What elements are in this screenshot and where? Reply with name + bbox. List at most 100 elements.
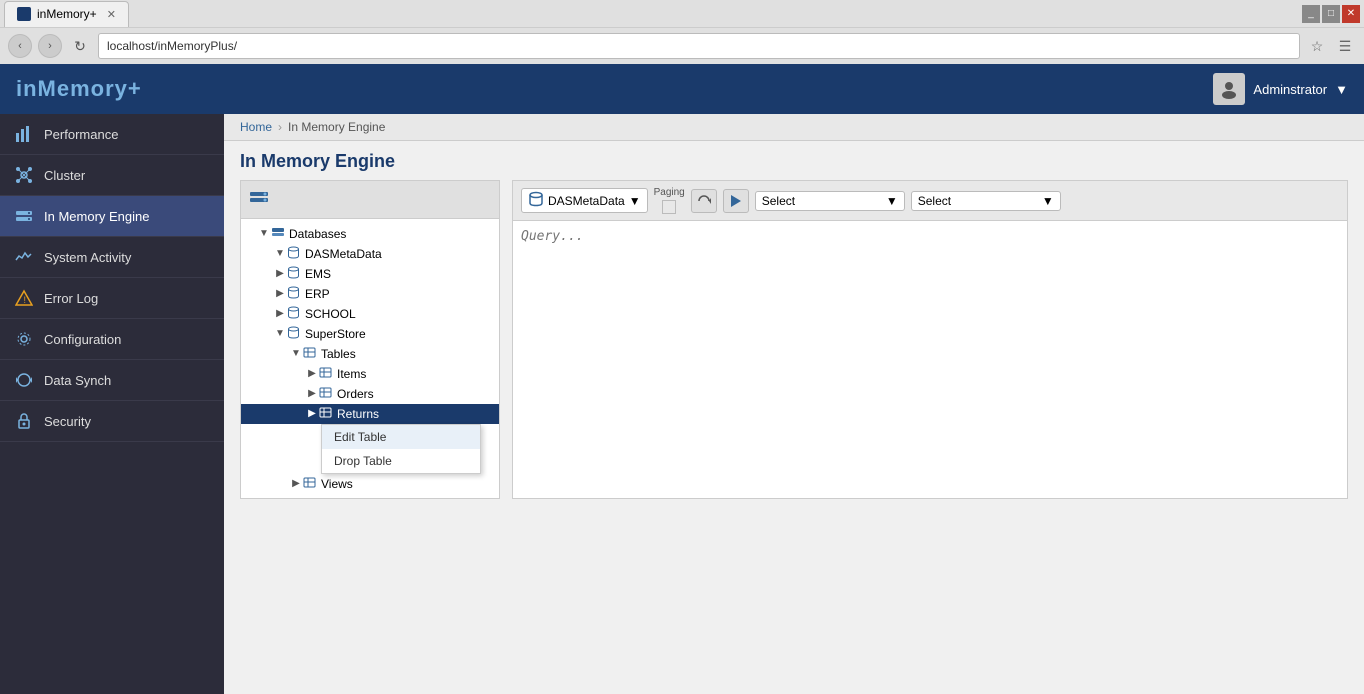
browser-controls: ‹ › ↻ ☆ ☰ <box>0 28 1364 64</box>
erp-icon <box>287 286 303 302</box>
refresh-button[interactable]: ↻ <box>68 34 92 58</box>
sidebar-item-sysactivity[interactable]: System Activity <box>0 237 224 278</box>
sidebar-item-performance[interactable]: Performance <box>0 114 224 155</box>
sidebar-label-security: Security <box>44 414 91 429</box>
tab-area: inMemory+ ✕ <box>4 1 129 27</box>
content-body: ▼ Databases ▼ DASMetaD <box>224 180 1364 515</box>
expand-databases[interactable]: ▼ <box>257 227 271 241</box>
expand-items[interactable]: ▶ <box>305 367 319 381</box>
dasmetadata-icon <box>287 246 303 262</box>
expand-tables[interactable]: ▼ <box>289 347 303 361</box>
context-menu-drop-table[interactable]: Drop Table <box>322 449 480 473</box>
close-button[interactable]: ✕ <box>1342 5 1360 23</box>
browser-tab[interactable]: inMemory+ ✕ <box>4 1 129 27</box>
user-name: Adminstrator <box>1253 82 1327 97</box>
back-button[interactable]: ‹ <box>8 34 32 58</box>
svg-text:!: ! <box>24 295 27 305</box>
query-toolbar: DASMetaData ▼ Paging <box>513 181 1347 221</box>
bookmark-button[interactable]: ☆ <box>1306 35 1328 57</box>
main-container: Performance Cluster In Memory Engine Sys… <box>0 114 1364 694</box>
select-1-label: Select <box>762 194 795 208</box>
tree-node-tables[interactable]: ▼ Tables <box>241 344 499 364</box>
performance-icon <box>14 124 34 144</box>
tree-label-school: SCHOOL <box>305 307 356 321</box>
query-input[interactable] <box>513 221 1347 498</box>
menu-button[interactable]: ☰ <box>1334 35 1356 57</box>
tree-label-items: Items <box>337 367 366 381</box>
select-dropdown-2[interactable]: Select ▼ <box>911 191 1061 211</box>
sidebar-label-errorlog: Error Log <box>44 291 98 306</box>
sidebar-item-errorlog[interactable]: ! Error Log <box>0 278 224 319</box>
tree-node-returns[interactable]: ▶ Returns <box>241 404 499 424</box>
window-controls: _ □ ✕ <box>1302 5 1360 23</box>
tree-node-items[interactable]: ▶ Items <box>241 364 499 384</box>
sidebar-label-datasynch: Data Synch <box>44 373 111 388</box>
play-button[interactable] <box>723 189 749 213</box>
select-dropdown-1[interactable]: Select ▼ <box>755 191 905 211</box>
expand-returns[interactable]: ▶ <box>305 407 319 421</box>
context-menu-edit-table[interactable]: Edit Table <box>322 425 480 449</box>
query-panel: DASMetaData ▼ Paging <box>512 180 1348 499</box>
superstore-icon <box>287 326 303 342</box>
datasynch-icon <box>14 370 34 390</box>
tree-label-orders: Orders <box>337 387 374 401</box>
tree-node-orders[interactable]: ▶ Orders <box>241 384 499 404</box>
tree-label-tables: Tables <box>321 347 356 361</box>
tree-node-erp[interactable]: ▶ ERP <box>241 284 499 304</box>
expand-ems[interactable]: ▶ <box>273 267 287 281</box>
security-icon <box>14 411 34 431</box>
browser-top-bar: inMemory+ ✕ _ □ ✕ <box>0 0 1364 28</box>
tree-node-dasmetadata[interactable]: ▼ DASMetaData <box>241 244 499 264</box>
sidebar-item-inmemory[interactable]: In Memory Engine <box>0 196 224 237</box>
tree-label-erp: ERP <box>305 287 330 301</box>
tab-close-button[interactable]: ✕ <box>107 8 116 21</box>
user-avatar <box>1213 73 1245 105</box>
context-menu: Edit Table Drop Table <box>321 424 481 474</box>
breadcrumb-home[interactable]: Home <box>240 120 272 134</box>
tree-node-superstore[interactable]: ▼ SuperStore <box>241 324 499 344</box>
paging-label: Paging <box>654 187 685 198</box>
tab-favicon <box>17 7 31 21</box>
tree-panel: ▼ Databases ▼ DASMetaD <box>240 180 500 499</box>
db-selector[interactable]: DASMetaData ▼ <box>521 188 648 213</box>
ems-icon <box>287 266 303 282</box>
breadcrumb-separator: › <box>278 120 282 134</box>
databases-icon <box>271 225 287 242</box>
school-icon <box>287 306 303 322</box>
sidebar-item-datasynch[interactable]: Data Synch <box>0 360 224 401</box>
tree-node-views[interactable]: ▶ Views <box>241 474 499 494</box>
select-2-arrow: ▼ <box>1042 194 1054 208</box>
views-icon <box>303 476 319 492</box>
forward-button[interactable]: › <box>38 34 62 58</box>
expand-superstore[interactable]: ▼ <box>273 327 287 341</box>
tree-content: ▼ Databases ▼ DASMetaD <box>241 219 499 498</box>
sidebar-item-cluster[interactable]: Cluster <box>0 155 224 196</box>
refresh-query-button[interactable] <box>691 189 717 213</box>
configuration-icon <box>14 329 34 349</box>
tree-toolbar <box>241 181 499 219</box>
maximize-button[interactable]: □ <box>1322 5 1340 23</box>
expand-school[interactable]: ▶ <box>273 307 287 321</box>
expand-views[interactable]: ▶ <box>289 477 303 491</box>
select-2-label: Select <box>918 194 951 208</box>
page-title: In Memory Engine <box>224 141 1364 180</box>
tree-label-superstore: SuperStore <box>305 327 366 341</box>
select-1-arrow: ▼ <box>886 194 898 208</box>
paging-checkbox[interactable] <box>662 200 676 214</box>
tree-node-school[interactable]: ▶ SCHOOL <box>241 304 499 324</box>
expand-orders[interactable]: ▶ <box>305 387 319 401</box>
cluster-icon <box>14 165 34 185</box>
sidebar-label-performance: Performance <box>44 127 118 142</box>
tree-node-databases[interactable]: ▼ Databases <box>241 223 499 244</box>
context-menu-container: Edit Table Drop Table <box>321 424 499 474</box>
minimize-button[interactable]: _ <box>1302 5 1320 23</box>
orders-icon <box>319 386 335 402</box>
items-icon <box>319 366 335 382</box>
address-bar[interactable] <box>98 33 1300 59</box>
user-dropdown-icon[interactable]: ▼ <box>1335 82 1348 97</box>
expand-dasmetadata[interactable]: ▼ <box>273 247 287 261</box>
tree-node-ems[interactable]: ▶ EMS <box>241 264 499 284</box>
sidebar-item-security[interactable]: Security <box>0 401 224 442</box>
expand-erp[interactable]: ▶ <box>273 287 287 301</box>
sidebar-item-configuration[interactable]: Configuration <box>0 319 224 360</box>
